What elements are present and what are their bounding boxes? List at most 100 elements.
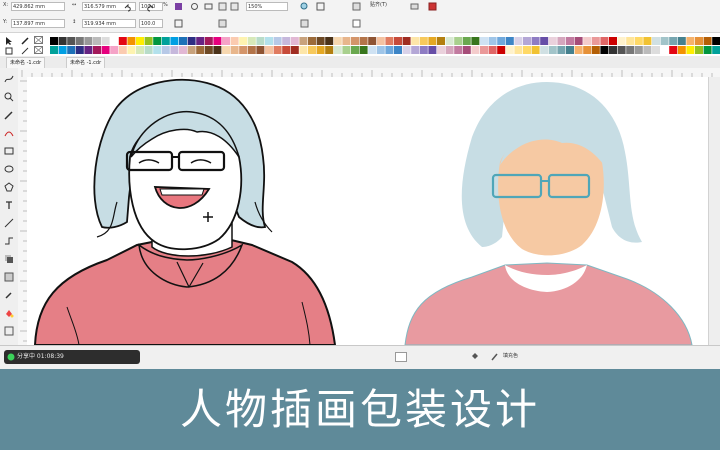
height-field[interactable]: 319.934 mm: [82, 19, 136, 28]
palette-swatch[interactable]: [161, 46, 170, 54]
palette-swatch[interactable]: [247, 46, 256, 54]
palette-swatch[interactable]: [118, 37, 127, 45]
pen-tool-icon[interactable]: [20, 47, 30, 55]
docker-bar[interactable]: [708, 77, 720, 345]
scale-h-field[interactable]: 100.0: [139, 19, 163, 28]
palette-swatch[interactable]: [308, 46, 316, 54]
no-outline-swatch[interactable]: [34, 46, 44, 54]
transparency-icon[interactable]: [4, 272, 14, 282]
palette-swatch[interactable]: [428, 46, 437, 54]
palette-swatch[interactable]: [540, 46, 549, 54]
palette-swatch[interactable]: [488, 37, 497, 45]
palette-swatch[interactable]: [652, 37, 660, 45]
palette-swatch[interactable]: [703, 37, 712, 45]
palette-swatch[interactable]: [419, 46, 428, 54]
artistic-media-icon[interactable]: [4, 110, 14, 120]
palette-swatch[interactable]: [376, 37, 385, 45]
palette-swatch[interactable]: [196, 37, 205, 45]
parallel-dimension-icon[interactable]: [4, 218, 14, 228]
palette-swatch[interactable]: [402, 46, 411, 54]
palette-swatch[interactable]: [67, 46, 76, 54]
palette-swatch[interactable]: [660, 37, 669, 45]
palette-swatch[interactable]: [239, 37, 248, 45]
palette-swatch[interactable]: [480, 46, 488, 54]
polygon-tool-icon[interactable]: [4, 182, 14, 192]
palette-swatch[interactable]: [101, 46, 110, 54]
palette-swatch[interactable]: [712, 46, 720, 54]
outline-icon[interactable]: [352, 19, 361, 28]
palette-swatch[interactable]: [626, 46, 635, 54]
palette-swatch[interactable]: [161, 37, 170, 45]
palette-swatch[interactable]: [609, 37, 617, 45]
palette-swatch[interactable]: [617, 37, 626, 45]
palette-swatch[interactable]: [462, 46, 471, 54]
import-icon[interactable]: [218, 2, 227, 11]
palette-swatch[interactable]: [548, 37, 557, 45]
export-icon[interactable]: [230, 2, 239, 11]
palette-swatch[interactable]: [686, 37, 695, 45]
palette-swatch[interactable]: [84, 37, 93, 45]
palette-swatch[interactable]: [118, 46, 127, 54]
palette-swatch[interactable]: [308, 37, 316, 45]
palette-swatch[interactable]: [695, 46, 703, 54]
palette-swatch[interactable]: [213, 46, 222, 54]
zoom-level-select[interactable]: 150%: [246, 2, 288, 11]
palette-swatch[interactable]: [136, 37, 144, 45]
palette-swatch[interactable]: [144, 46, 153, 54]
palette-swatch[interactable]: [471, 46, 480, 54]
palette-swatch[interactable]: [394, 46, 402, 54]
palette-swatch[interactable]: [351, 37, 359, 45]
ellipse-tool-icon[interactable]: [4, 164, 14, 174]
palette-swatches[interactable]: [48, 36, 720, 54]
palette-swatch[interactable]: [462, 37, 471, 45]
order-icon[interactable]: [218, 19, 227, 28]
tab-document-1[interactable]: 未命名 -1.cdr: [6, 57, 46, 68]
palette-swatch[interactable]: [402, 37, 411, 45]
palette-swatch[interactable]: [127, 46, 136, 54]
palette-swatch[interactable]: [566, 46, 574, 54]
palette-swatch[interactable]: [93, 46, 101, 54]
palette-swatch[interactable]: [712, 37, 720, 45]
smart-fill-icon[interactable]: [4, 326, 14, 336]
palette-swatch[interactable]: [75, 37, 84, 45]
palette-swatch[interactable]: [411, 37, 420, 45]
palette-swatch[interactable]: [342, 37, 351, 45]
palette-swatch[interactable]: [187, 37, 196, 45]
palette-swatch[interactable]: [514, 37, 523, 45]
palette-swatch[interactable]: [153, 46, 162, 54]
palette-swatch[interactable]: [376, 46, 385, 54]
freehand-tool-icon[interactable]: [4, 74, 14, 84]
palette-swatch[interactable]: [437, 46, 445, 54]
palette-swatch[interactable]: [660, 46, 669, 54]
page-nav-box[interactable]: [395, 352, 407, 362]
palette-swatch[interactable]: [531, 46, 540, 54]
palette-swatch[interactable]: [523, 37, 531, 45]
palette-swatch[interactable]: [574, 46, 583, 54]
palette-swatch[interactable]: [497, 46, 506, 54]
palette-swatch[interactable]: [359, 37, 368, 45]
palette-swatch[interactable]: [428, 37, 437, 45]
redo-icon[interactable]: [146, 3, 155, 12]
palette-swatch[interactable]: [583, 46, 592, 54]
palette-swatch[interactable]: [566, 37, 574, 45]
palette-swatch[interactable]: [290, 37, 299, 45]
combine-icon[interactable]: [300, 19, 309, 28]
palette-swatch[interactable]: [273, 37, 282, 45]
palette-swatch[interactable]: [333, 46, 342, 54]
x-position-field[interactable]: 429.862 mm: [11, 2, 65, 11]
palette-swatch[interactable]: [359, 46, 368, 54]
palette-swatch[interactable]: [669, 46, 678, 54]
palette-swatch[interactable]: [230, 37, 239, 45]
palette-swatch[interactable]: [600, 37, 609, 45]
palette-swatch[interactable]: [101, 37, 110, 45]
tab-document-2[interactable]: 未命名 -1.cdr: [66, 57, 106, 68]
palette-swatch[interactable]: [557, 37, 566, 45]
palette-swatch[interactable]: [179, 37, 187, 45]
palette-swatch[interactable]: [170, 46, 179, 54]
palette-swatch[interactable]: [299, 46, 308, 54]
y-position-field[interactable]: 137.897 mm: [11, 19, 65, 28]
palette-swatch[interactable]: [574, 37, 583, 45]
palette-swatch[interactable]: [136, 46, 144, 54]
palette-swatch[interactable]: [58, 37, 67, 45]
color-palette[interactable]: [48, 36, 720, 54]
